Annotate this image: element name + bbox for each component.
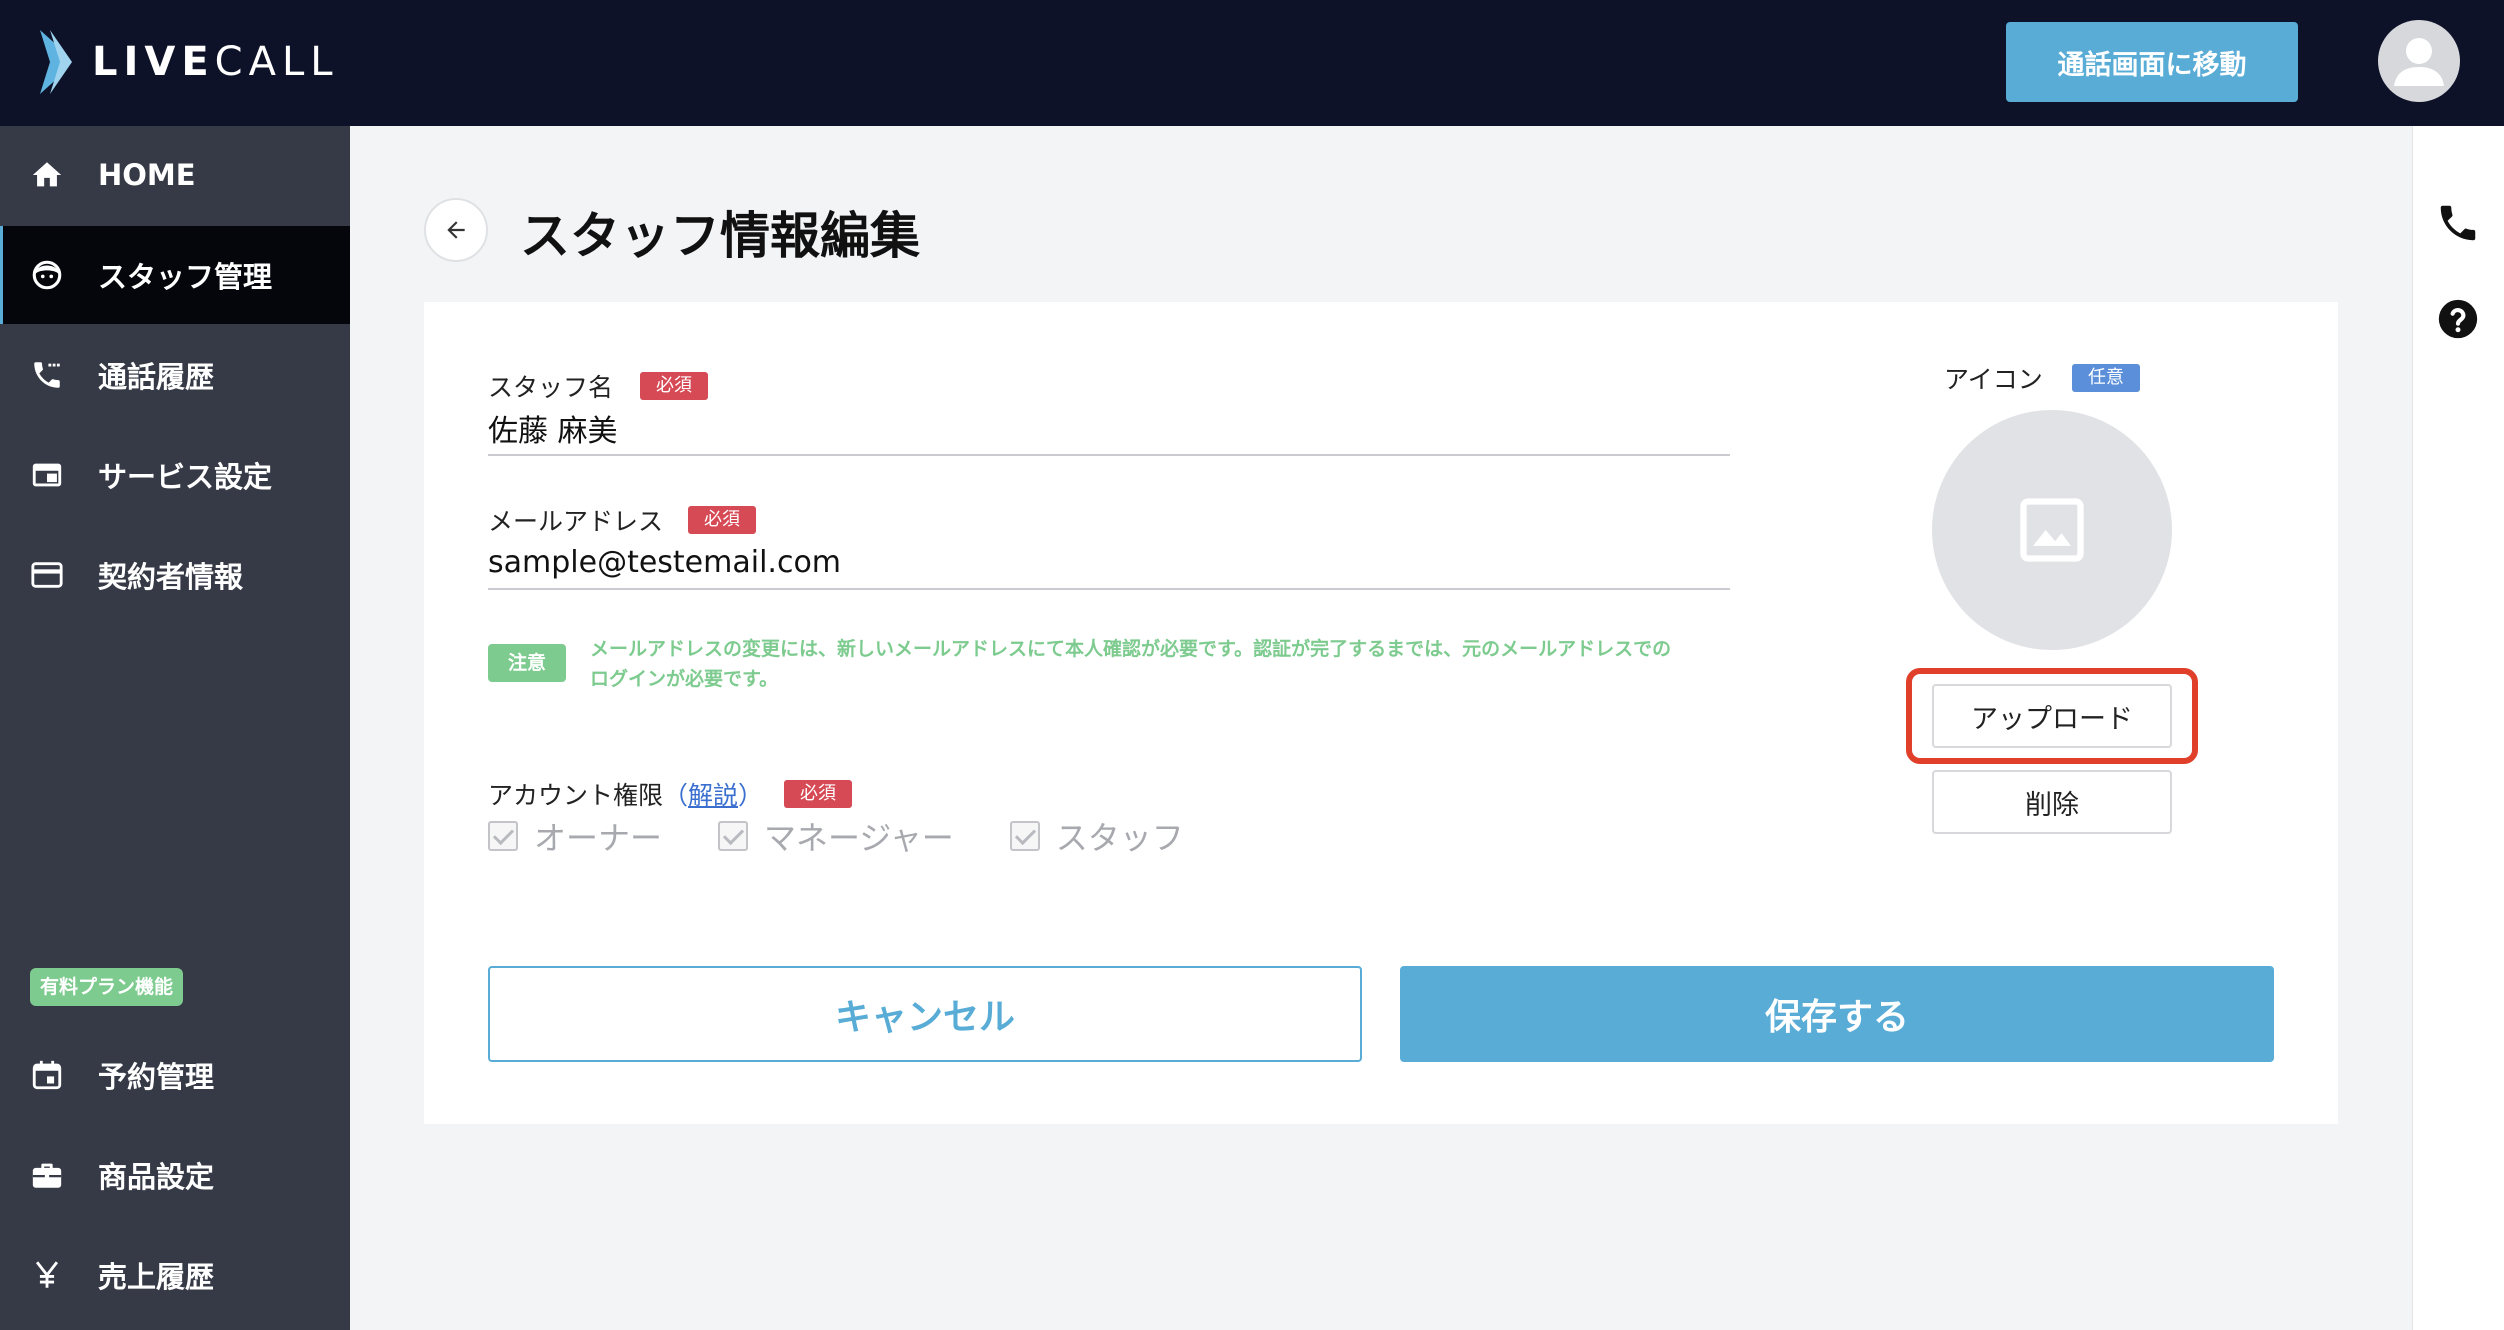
call-history-icon	[34, 362, 60, 388]
top-header: LIVECALL 通話画面に移動	[0, 0, 2504, 126]
email-change-note: メールアドレスの変更には、新しいメールアドレスにて本人確認が必要です。認証が完了…	[590, 638, 1672, 690]
checkbox-label: オーナー	[534, 819, 663, 857]
permission-owner-checkbox[interactable]: オーナー	[488, 813, 662, 859]
logo-text: LIVECALL	[92, 39, 339, 85]
livecall-logo[interactable]: LIVECALL	[38, 26, 339, 98]
email-input[interactable]	[488, 536, 1730, 590]
permission-manager-checkbox[interactable]: マネージャー	[718, 813, 954, 859]
user-avatar[interactable]	[2378, 20, 2460, 102]
cancel-button[interactable]: キャンセル	[488, 966, 1362, 1062]
checkbox-label: スタッフ	[1055, 819, 1184, 857]
upload-button[interactable]: アップロード	[1932, 684, 2172, 748]
sidebar-item-label: スタッフ管理	[98, 260, 273, 294]
icon-label: アイコン	[1944, 365, 2043, 394]
sidebar-item-label: 契約者情報	[98, 560, 244, 594]
checkbox-label: マネージャー	[764, 819, 954, 857]
go-to-call-screen-button[interactable]: 通話画面に移動	[2006, 22, 2298, 102]
email-label: メールアドレス	[488, 507, 664, 536]
sidebar-item-service-settings[interactable]: サービス設定	[0, 426, 350, 524]
staff-name-label: スタッフ名	[488, 373, 614, 402]
icon-preview	[1932, 410, 2172, 650]
staff-name-input[interactable]	[488, 402, 1730, 456]
image-placeholder-icon	[2020, 498, 2084, 562]
required-badge: 必須	[640, 372, 708, 400]
arrow-left-icon	[447, 221, 465, 239]
service-icon	[32, 463, 62, 487]
sidebar-item-sales-history[interactable]: 売上履歴	[0, 1226, 350, 1324]
page-title: スタッフ情報編集	[520, 207, 920, 265]
save-button[interactable]: 保存する	[1400, 966, 2274, 1062]
staff-icon	[32, 260, 62, 290]
checkbox-icon	[718, 821, 749, 851]
sidebar-item-staff[interactable]: スタッフ管理	[0, 226, 350, 324]
optional-badge: 任意	[2072, 364, 2140, 392]
help-icon[interactable]	[2435, 296, 2481, 342]
permission-options: オーナー マネージャー スタッフ	[488, 813, 1240, 859]
logo-mark-icon	[40, 30, 72, 94]
sidebar: HOME スタッフ管理 通話履歴 サービス設定 契約者情報 有料プラン機能 予約…	[0, 126, 350, 1330]
briefcase-icon	[32, 1163, 62, 1188]
sidebar-item-label: 予約管理	[98, 1060, 215, 1094]
sidebar-item-label: HOME	[98, 158, 196, 192]
required-badge: 必須	[784, 780, 852, 808]
sidebar-item-contract-info[interactable]: 契約者情報	[0, 526, 350, 624]
sidebar-item-label: サービス設定	[98, 460, 273, 494]
sidebar-item-label: 商品設定	[98, 1160, 215, 1194]
sidebar-item-call-history[interactable]: 通話履歴	[0, 326, 350, 424]
sidebar-item-label: 売上履歴	[98, 1260, 215, 1294]
sidebar-item-reservations[interactable]: 予約管理	[0, 1026, 350, 1124]
permission-label: アカウント権限（解説）	[488, 781, 764, 810]
phone-icon[interactable]	[2435, 200, 2481, 246]
sidebar-item-label: 通話履歴	[98, 360, 215, 394]
permission-help-link[interactable]: 解説	[688, 781, 738, 810]
home-icon	[32, 162, 62, 187]
sidebar-item-product-settings[interactable]: 商品設定	[0, 1126, 350, 1224]
note-badge: 注意	[488, 644, 567, 682]
user-icon	[2394, 38, 2444, 86]
yen-icon	[35, 1261, 59, 1288]
checkbox-icon	[1009, 821, 1040, 851]
back-button[interactable]	[424, 198, 488, 262]
sidebar-item-home[interactable]: HOME	[0, 126, 350, 224]
staff-edit-form: スタッフ名 必須 メールアドレス 必須 注意 メールアドレスの変更には、新しいメ…	[424, 302, 2338, 1124]
right-rail	[2412, 126, 2504, 1330]
calendar-icon	[32, 1060, 62, 1090]
required-badge: 必須	[688, 506, 756, 534]
delete-button[interactable]: 削除	[1932, 770, 2172, 834]
card-icon	[31, 562, 63, 588]
checkbox-icon	[488, 821, 518, 851]
permission-staff-checkbox[interactable]: スタッフ	[1009, 813, 1184, 859]
paid-plan-badge: 有料プラン機能	[30, 968, 184, 1006]
